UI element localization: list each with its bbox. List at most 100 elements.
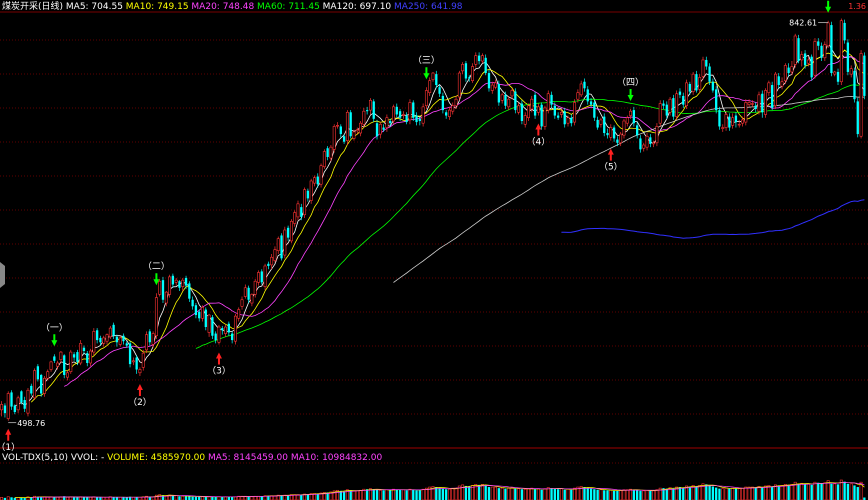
- candle-body-down: [204, 309, 207, 328]
- volume-bar-down: [606, 490, 609, 500]
- trough-label: （2）: [128, 397, 152, 408]
- candle-body-up: [289, 220, 293, 242]
- candle-body-down: [803, 53, 807, 66]
- volume-bar-down: [649, 490, 652, 500]
- candle-body-up: [793, 35, 797, 65]
- candle-body-up: [207, 314, 211, 333]
- candle-body-down: [247, 287, 250, 300]
- volume-bar-down: [184, 496, 188, 500]
- volume-bar-down: [728, 488, 731, 500]
- candle-body-down: [99, 337, 102, 343]
- candle-body-up: [500, 94, 504, 101]
- candle-body-up: [543, 107, 547, 127]
- candle-body-up: [138, 369, 142, 374]
- scroll-handle-icon[interactable]: [0, 262, 5, 288]
- candle-body-down: [728, 116, 731, 128]
- candle-body-down: [843, 22, 846, 41]
- volume-bar-down: [484, 485, 487, 500]
- header-item: MA5: 704.55: [66, 2, 126, 12]
- volume-bar-up: [741, 487, 744, 500]
- volume-bar-down: [365, 489, 369, 500]
- stock-chart[interactable]: （一）（二）（三）（四）（五）（1）（2）（3）（4）（5）498.76842.…: [0, 0, 868, 500]
- candle-body-up: [233, 315, 237, 342]
- header-title: 煤炭开采(日线): [2, 0, 66, 12]
- volume-bar-up: [823, 482, 827, 500]
- candle-body-up: [668, 98, 672, 113]
- volume-bar-up: [629, 488, 633, 500]
- volume-bar-up: [359, 489, 363, 500]
- volume-bar-up: [421, 488, 425, 500]
- candle-body-up: [33, 370, 37, 399]
- candle-body-up: [576, 92, 580, 100]
- candle-body-down: [326, 148, 329, 157]
- candle-body-up: [336, 125, 339, 127]
- candle-body-down: [787, 67, 790, 74]
- peak-label: （四）: [617, 77, 644, 88]
- candle-body-up: [408, 102, 412, 121]
- candle-body-up: [523, 115, 527, 125]
- volume-bar-up: [764, 485, 768, 500]
- candle-body-down: [418, 118, 421, 121]
- candle-body-down: [612, 127, 616, 139]
- candle-body-up: [599, 119, 603, 125]
- volume-bar-up: [257, 495, 260, 500]
- candle-body-down: [761, 93, 764, 113]
- candle-body-down: [603, 116, 606, 133]
- candle-body-down: [616, 139, 619, 143]
- volume-bar-down: [487, 487, 491, 500]
- low-price-label: 498.76: [17, 419, 45, 428]
- volume-bar-down: [418, 490, 421, 500]
- volume-bar-down: [468, 486, 471, 500]
- candle-body-down: [583, 81, 586, 89]
- candle-body-up: [773, 73, 777, 107]
- candle-body-up: [66, 372, 69, 378]
- volume-bar-down: [688, 486, 691, 500]
- ma120-line: [393, 95, 865, 283]
- candle-body-down: [375, 123, 379, 137]
- volume-bar-up: [645, 489, 649, 500]
- candle-body-down: [514, 91, 517, 111]
- volume-bar-up: [378, 489, 382, 500]
- volume-bar-down: [570, 489, 573, 500]
- candle-body-up: [257, 272, 260, 283]
- volume-bar-up: [507, 487, 511, 500]
- volume-bar-down: [734, 488, 738, 500]
- candle-body-up: [474, 55, 478, 65]
- candle-body-up: [401, 114, 405, 116]
- candle-body-up: [655, 126, 659, 144]
- candle-body-up: [273, 249, 277, 261]
- volume-bar-down: [441, 488, 445, 500]
- candle-body-down: [635, 125, 639, 136]
- candle-body-up: [151, 333, 155, 345]
- volume-bar-up: [352, 490, 356, 500]
- candle-body-down: [316, 176, 319, 185]
- volume-bar-up: [622, 489, 626, 500]
- down-arrow-icon: [423, 67, 430, 80]
- trough-label: （1）: [0, 442, 20, 453]
- high-price-label: 842.61: [789, 19, 817, 28]
- candle-body-down: [589, 101, 593, 105]
- volume-bar-down: [817, 482, 820, 500]
- candle-body-down: [649, 137, 652, 144]
- candle-body-down: [178, 281, 181, 288]
- volume-bar-up: [559, 488, 563, 500]
- volume-bar-down: [188, 496, 191, 500]
- candle-body-down: [3, 405, 7, 414]
- candle-body-down: [797, 38, 800, 62]
- ma250-line: [561, 199, 865, 239]
- header-item: MA60: 711.45: [257, 2, 323, 12]
- candle-body-up: [494, 82, 498, 88]
- candle-body-up: [296, 203, 300, 218]
- candle-body-up: [59, 351, 63, 361]
- candle-body-down: [777, 76, 780, 86]
- volume-bar-down: [682, 487, 685, 500]
- candle-body-up: [800, 54, 804, 61]
- candle-body-up: [731, 117, 735, 126]
- down-arrow-icon: [825, 0, 832, 13]
- candle-body-down: [405, 115, 408, 123]
- candle-body-down: [230, 333, 234, 341]
- candle-body-up: [658, 103, 662, 124]
- candle-body-up: [619, 133, 623, 144]
- candle-body-down: [708, 66, 711, 82]
- volume-bar-down: [438, 488, 441, 500]
